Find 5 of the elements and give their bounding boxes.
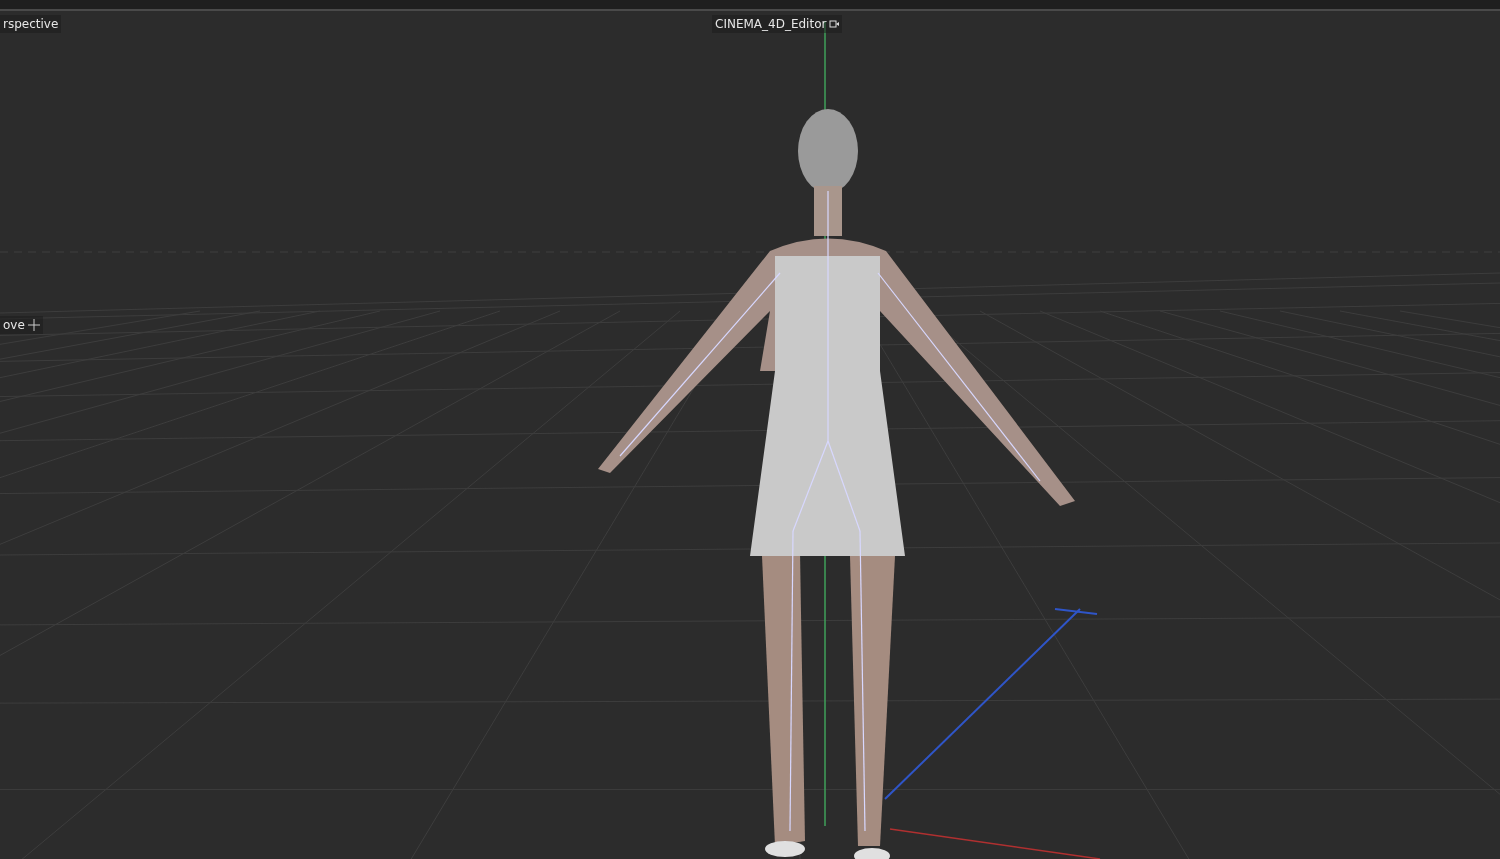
move-icon	[27, 319, 40, 331]
camera-name: CINEMA_4D_Editor	[715, 17, 827, 31]
view-name: rspective	[3, 17, 59, 31]
camera-icon	[829, 19, 840, 29]
tool-name: ove	[3, 318, 25, 332]
